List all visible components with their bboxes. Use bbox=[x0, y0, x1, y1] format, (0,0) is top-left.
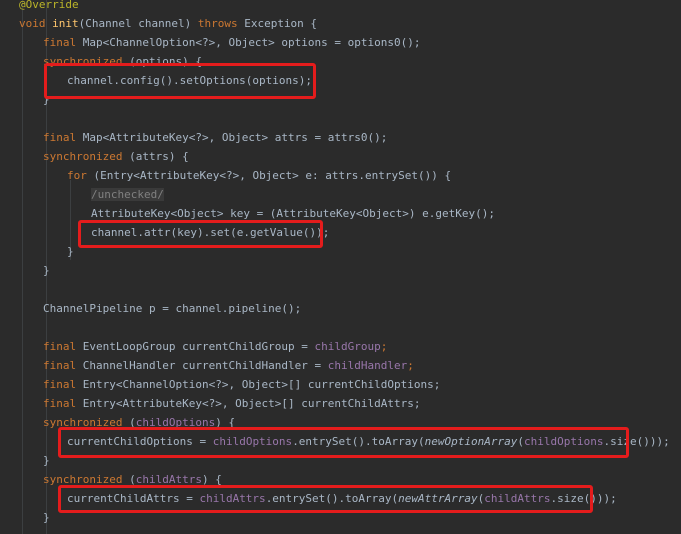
highlight-box-set-options bbox=[44, 63, 316, 99]
code-line: /unchecked/ bbox=[0, 185, 681, 204]
code-token: @Override bbox=[19, 0, 79, 11]
code-token: final bbox=[43, 397, 83, 410]
code-token: final bbox=[43, 36, 83, 49]
code-token: ChannelPipeline p = channel.pipeline(); bbox=[43, 302, 302, 315]
code-token: init bbox=[52, 17, 79, 30]
code-token: Entry<AttributeKey<?>, Object>[] current… bbox=[82, 397, 421, 410]
code-token: synchronized bbox=[43, 150, 130, 163]
code-token: } bbox=[43, 511, 50, 524]
code-token: final bbox=[43, 340, 83, 353]
code-line: for (Entry<AttributeKey<?>, Object> e: a… bbox=[0, 166, 681, 185]
code-token: } bbox=[43, 264, 50, 277]
code-line: } bbox=[0, 261, 681, 280]
code-token: ChannelHandler currentChildHandler = bbox=[82, 359, 328, 372]
code-line: final EventLoopGroup currentChildGroup =… bbox=[0, 337, 681, 356]
code-token: ; bbox=[407, 359, 414, 372]
code-line: synchronized (attrs) { bbox=[0, 147, 681, 166]
code-token: AttributeKey<Object> key = (AttributeKey… bbox=[91, 207, 495, 220]
code-token: Map<AttributeKey<?>, Object> attrs = att… bbox=[82, 131, 388, 144]
code-token: final bbox=[43, 131, 83, 144]
code-token: } bbox=[67, 245, 74, 258]
code-token: for bbox=[67, 169, 94, 182]
code-token: /unchecked/ bbox=[91, 188, 164, 201]
code-token: Exception { bbox=[244, 17, 318, 30]
code-line: final ChannelHandler currentChildHandler… bbox=[0, 356, 681, 375]
code-line: ChannelPipeline p = channel.pipeline(); bbox=[0, 299, 681, 318]
code-token: childGroup bbox=[314, 340, 381, 353]
code-token: throws bbox=[197, 17, 245, 30]
code-line: @Override bbox=[0, 0, 681, 14]
code-token: final bbox=[43, 378, 83, 391]
code-line: final Map<AttributeKey<?>, Object> attrs… bbox=[0, 128, 681, 147]
code-token: (Entry<AttributeKey<?>, Object> e: attrs… bbox=[93, 169, 452, 182]
code-editor[interactable]: @Override void init(Channel channel) thro… bbox=[0, 0, 681, 534]
highlight-box-attr-set bbox=[78, 220, 323, 248]
code-token: (Channel channel) bbox=[78, 17, 198, 30]
code-token: void bbox=[19, 17, 53, 30]
code-token: EventLoopGroup currentChildGroup = bbox=[82, 340, 315, 353]
code-line: final Map<ChannelOption<?>, Object> opti… bbox=[0, 33, 681, 52]
code-token: childHandler bbox=[327, 359, 408, 372]
highlight-box-child-options bbox=[58, 427, 629, 458]
code-line: final Entry<AttributeKey<?>, Object>[] c… bbox=[0, 394, 681, 413]
code-token: (attrs) { bbox=[129, 150, 189, 163]
code-token: Entry<ChannelOption<?>, Object>[] curren… bbox=[82, 378, 441, 391]
code-token: final bbox=[43, 359, 83, 372]
code-token: } bbox=[43, 454, 50, 467]
highlight-box-child-attrs bbox=[58, 485, 593, 513]
code-token: ; bbox=[380, 340, 388, 353]
code-token: Map<ChannelOption<?>, Object> options = … bbox=[82, 36, 421, 49]
code-line: void init(Channel channel) throws Except… bbox=[0, 14, 681, 33]
code-line: final Entry<ChannelOption<?>, Object>[] … bbox=[0, 375, 681, 394]
